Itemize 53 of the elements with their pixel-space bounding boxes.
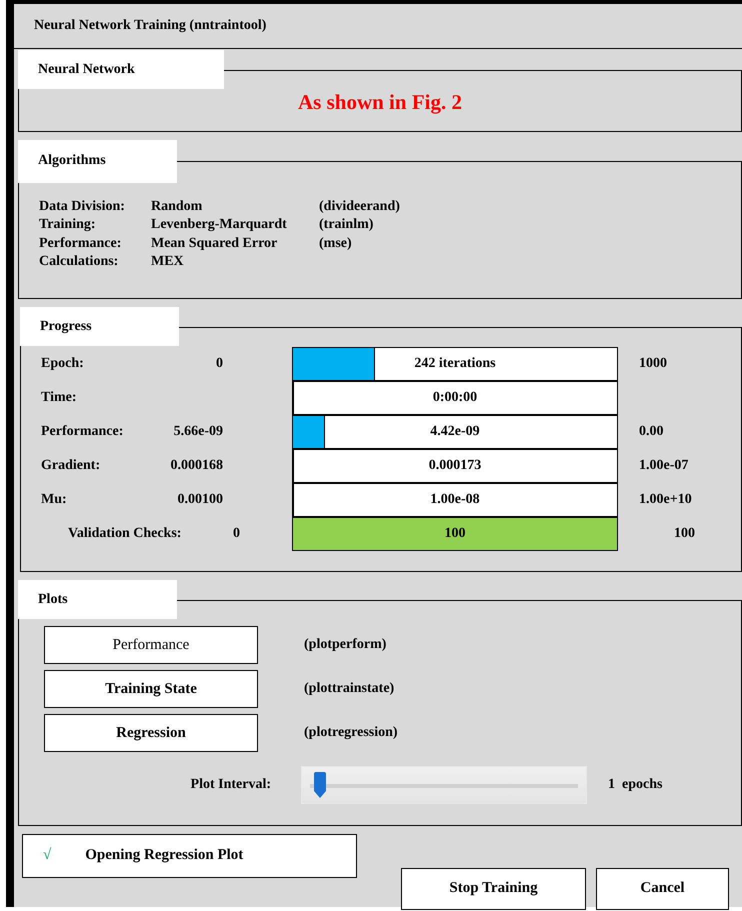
algorithm-value: Random [151, 198, 204, 216]
plot-button[interactable]: Regression [44, 714, 258, 752]
function-name: (plotperform) [304, 637, 388, 653]
action-button[interactable]: Stop Training [401, 868, 586, 910]
start-value: 0.00100 [176, 492, 223, 508]
interval-reading: 1 epochs [608, 777, 664, 793]
function-name: (trainlm) [319, 216, 374, 234]
target-value: 1.00e-07 [639, 458, 690, 474]
slider-thumb[interactable] [312, 772, 327, 798]
target-value: 0.00 [639, 424, 664, 440]
algorithm-label: Training: [39, 216, 97, 234]
section-header: Progress [20, 307, 179, 346]
plot-button[interactable]: Performance [44, 626, 258, 664]
start-value: 0 [232, 526, 240, 542]
plot-interval-slider[interactable] [301, 766, 587, 804]
progress-label: Performance: [41, 424, 124, 440]
progress-label: Mu: [41, 492, 68, 508]
algorithm-value: Mean Squared Error [151, 234, 278, 252]
target-value: 100 [674, 526, 696, 542]
section-header: Algorithms [18, 140, 177, 182]
progress-reading: 4.42e-09 [430, 424, 480, 440]
placeholder-note: As shown in Fig. 2 [297, 90, 463, 116]
function-name: (divideerand) [319, 198, 401, 216]
start-value: 0 [215, 356, 223, 372]
progress-label: Validation Checks: [68, 526, 182, 542]
start-value: 0.000168 [170, 458, 223, 474]
target-value: 1000 [639, 356, 668, 372]
section-header: Plots [18, 580, 177, 619]
progress-reading: 0:00:00 [432, 390, 478, 406]
progress-label: Epoch: [41, 356, 85, 372]
progress-label: Gradient: [41, 458, 102, 474]
target-value: 1.00e+10 [639, 492, 693, 508]
algorithm-label: Calculations: [39, 253, 120, 271]
progress-label: Time: [41, 390, 78, 406]
algorithm-label: Performance: [39, 234, 122, 252]
section-header: Neural Network [18, 50, 224, 89]
check-icon: √ [43, 847, 52, 864]
plot-button[interactable]: Training State [44, 670, 258, 708]
algorithm-value: Levenberg-Marquardt [151, 216, 288, 234]
window-title: Neural Network Training (nntraintool) [14, 4, 742, 49]
function-name: (plotregression) [304, 725, 399, 741]
start-value: 5.66e-09 [172, 424, 223, 440]
algorithm-label: Data Division: [39, 198, 126, 216]
plot-interval-label: Plot Interval: [190, 777, 271, 793]
function-name: (mse) [319, 234, 353, 252]
progress-reading: 1.00e-08 [430, 492, 480, 508]
cancel-button[interactable]: Cancel [596, 868, 729, 910]
function-name: (plottrainstate) [304, 681, 396, 697]
progress-reading: 0.000173 [428, 458, 482, 474]
status-text: Opening Regression Plot [85, 847, 244, 864]
algorithm-value: MEX [151, 253, 185, 271]
progress-reading: 242 iterations [414, 356, 496, 372]
progress-reading: 100 [444, 526, 466, 542]
